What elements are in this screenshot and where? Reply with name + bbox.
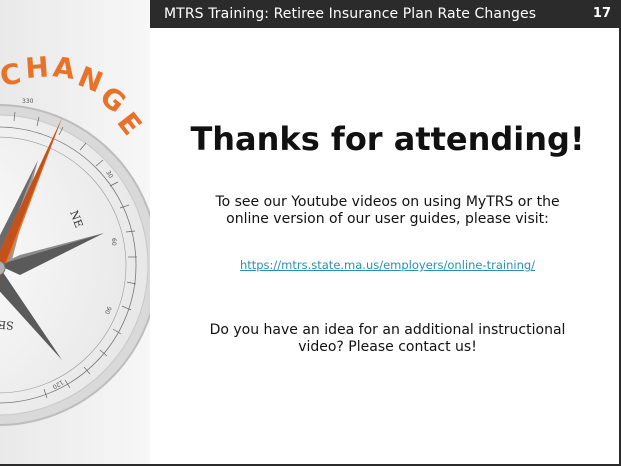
content-frame (150, 28, 621, 466)
degree-label-60: 60 (110, 238, 117, 246)
compass-illustration: 330 30 60 90 120 NE SE C H A N G E (0, 0, 150, 466)
compass-artwork: 330 30 60 90 120 NE SE C H A N G E (0, 0, 150, 466)
instructions-line-1: To see our Youtube videos on using MyTRS… (215, 194, 560, 210)
contact-line-2: video? Please contact us! (298, 339, 477, 355)
instructions-paragraph: To see our Youtube videos on using MyTRS… (170, 194, 605, 228)
header-title: MTRS Training: Retiree Insurance Plan Ra… (164, 6, 537, 22)
contact-paragraph: Do you have an idea for an additional in… (170, 322, 605, 356)
slide-number: 17 (592, 6, 611, 21)
online-training-link[interactable]: https://mtrs.state.ma.us/employers/onlin… (170, 258, 605, 272)
instructions-line-2: online version of our user guides, pleas… (226, 211, 549, 227)
header-bar: MTRS Training: Retiree Insurance Plan Ra… (150, 0, 621, 28)
contact-line-1: Do you have an idea for an additional in… (209, 322, 566, 338)
svg-text:H: H (24, 50, 50, 85)
degree-label-330: 330 (22, 98, 34, 105)
direction-se-label: SE (0, 318, 14, 332)
slide-heading: Thanks for attending! (190, 120, 585, 158)
slide: 330 30 60 90 120 NE SE C H A N G E MTRS … (0, 0, 621, 466)
